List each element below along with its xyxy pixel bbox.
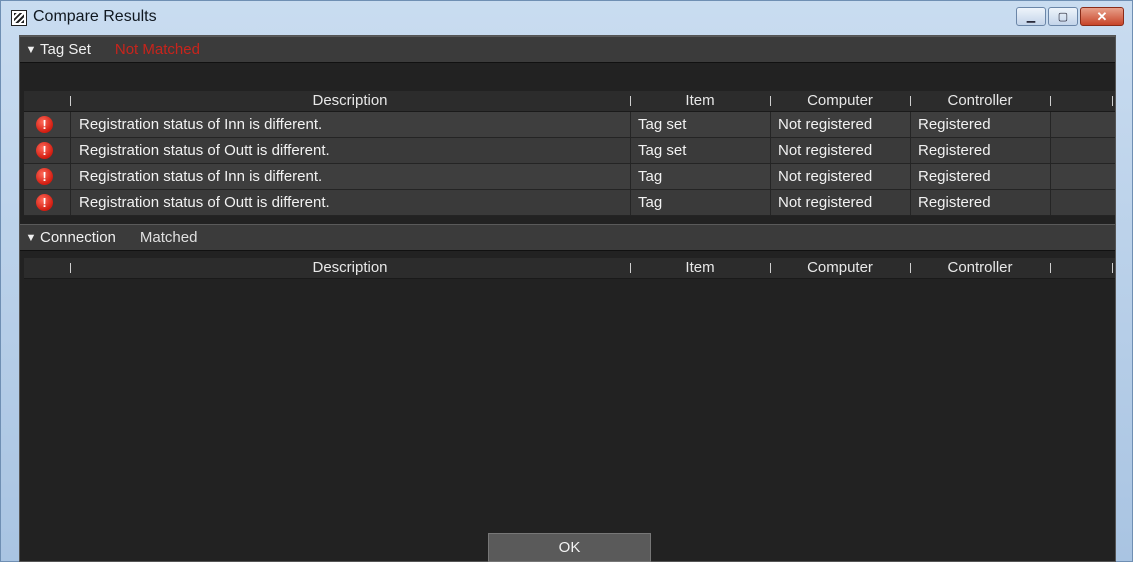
cell-divider — [630, 164, 631, 189]
warning-icon: ! — [36, 168, 53, 185]
cell-computer: Not registered — [778, 194, 873, 211]
cell-divider — [1050, 112, 1051, 137]
column-header-computer[interactable]: Computer — [770, 258, 910, 278]
app-icon — [11, 10, 27, 26]
column-header-controller[interactable]: Controller — [910, 91, 1050, 111]
cell-controller: Registered — [918, 142, 991, 159]
cell-description: Registration status of Inn is different. — [79, 116, 323, 133]
cell-controller: Registered — [918, 194, 991, 211]
cell-item: Tag set — [638, 142, 687, 159]
cell-divider — [770, 112, 771, 137]
cell-divider — [770, 138, 771, 163]
collapse-arrow-icon[interactable]: ▼ — [22, 44, 40, 56]
cell-divider — [70, 164, 71, 189]
section-status: Matched — [139, 229, 198, 246]
maximize-button[interactable]: ▢ — [1048, 7, 1078, 26]
section-title: Tag Set — [40, 41, 91, 58]
cell-divider — [770, 190, 771, 215]
cell-divider — [1050, 164, 1051, 189]
cell-divider — [910, 112, 911, 137]
warning-icon: ! — [36, 194, 53, 211]
compare-results-window: Compare Results ▁ ▢ ✕ ▼ Tag Set Not Matc… — [0, 0, 1133, 562]
cell-divider — [910, 164, 911, 189]
cell-divider — [630, 112, 631, 137]
section-title: Connection — [40, 229, 116, 246]
cell-description: Registration status of Inn is different. — [79, 168, 323, 185]
warning-icon: ! — [36, 142, 53, 159]
cell-item: Tag — [638, 168, 663, 185]
cell-divider — [1050, 138, 1051, 163]
collapse-arrow-icon[interactable]: ▼ — [22, 232, 40, 244]
cell-divider — [70, 112, 71, 137]
minimize-button[interactable]: ▁ — [1016, 7, 1046, 26]
close-button[interactable]: ✕ — [1080, 7, 1124, 26]
column-header-description[interactable]: Description — [70, 91, 630, 111]
table-row[interactable]: ! Registration status of Inn is differen… — [24, 164, 1115, 190]
results-panel: ▼ Tag Set Not Matched Description Item C… — [19, 35, 1116, 562]
column-header-item[interactable]: Item — [630, 91, 770, 111]
column-separator[interactable] — [1050, 263, 1051, 273]
cell-divider — [70, 190, 71, 215]
title-bar[interactable]: Compare Results ▁ ▢ ✕ — [1, 1, 1132, 35]
tag-set-rows: ! Registration status of Inn is differen… — [24, 112, 1115, 216]
section-header-tag-set[interactable]: ▼ Tag Set Not Matched — [20, 36, 1115, 63]
cell-divider — [910, 138, 911, 163]
cell-divider — [1050, 190, 1051, 215]
cell-divider — [630, 138, 631, 163]
cell-description: Registration status of Outt is different… — [79, 194, 330, 211]
cell-item: Tag — [638, 194, 663, 211]
cell-computer: Not registered — [778, 116, 873, 133]
cell-controller: Registered — [918, 168, 991, 185]
cell-computer: Not registered — [778, 142, 873, 159]
column-separator[interactable] — [1050, 96, 1051, 106]
cell-divider — [770, 164, 771, 189]
column-header-computer[interactable]: Computer — [770, 91, 910, 111]
cell-divider — [910, 190, 911, 215]
cell-divider — [70, 138, 71, 163]
window-title: Compare Results — [33, 8, 157, 25]
table-header: Description Item Computer Controller — [24, 258, 1115, 279]
column-separator[interactable] — [1112, 96, 1113, 106]
connection-table: Description Item Computer Controller — [24, 258, 1115, 279]
table-header: Description Item Computer Controller — [24, 91, 1115, 112]
cell-computer: Not registered — [778, 168, 873, 185]
cell-controller: Registered — [918, 116, 991, 133]
cell-item: Tag set — [638, 116, 687, 133]
column-header-description[interactable]: Description — [70, 258, 630, 278]
column-header-item[interactable]: Item — [630, 258, 770, 278]
table-row[interactable]: ! Registration status of Inn is differen… — [24, 112, 1115, 138]
tag-set-table: Description Item Computer Controller ! R… — [24, 91, 1115, 216]
table-row[interactable]: ! Registration status of Outt is differe… — [24, 138, 1115, 164]
cell-description: Registration status of Outt is different… — [79, 142, 330, 159]
warning-icon: ! — [36, 116, 53, 133]
cell-divider — [630, 190, 631, 215]
column-header-controller[interactable]: Controller — [910, 258, 1050, 278]
window-controls: ▁ ▢ ✕ — [1016, 7, 1124, 26]
section-header-connection[interactable]: ▼ Connection Matched — [20, 224, 1115, 251]
table-row[interactable]: ! Registration status of Outt is differe… — [24, 190, 1115, 216]
section-status: Not Matched — [114, 41, 200, 58]
ok-button[interactable]: OK — [488, 533, 651, 562]
column-separator[interactable] — [1112, 263, 1113, 273]
